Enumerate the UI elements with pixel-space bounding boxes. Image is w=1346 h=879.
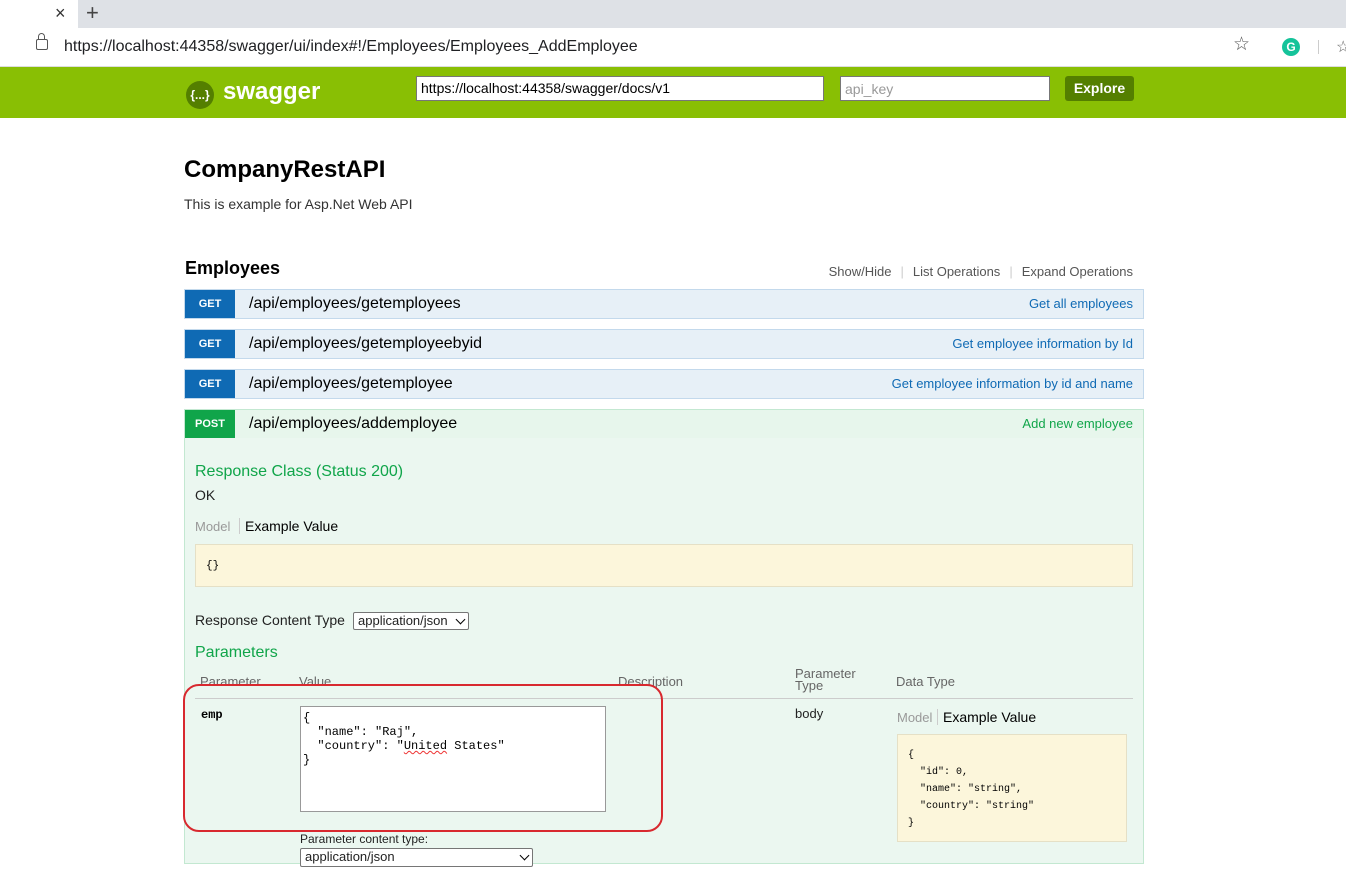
method-badge[interactable]: GET [185, 330, 235, 358]
lock-icon[interactable] [36, 33, 48, 50]
method-badge[interactable]: POST [185, 410, 235, 438]
operation-row[interactable]: POST /api/employees/addemployee Add new … [184, 409, 1144, 439]
param-model-tab[interactable]: Model [897, 710, 932, 725]
show-hide-link[interactable]: Show/Hide [829, 264, 892, 279]
response-content-type-label: Response Content Type [195, 612, 345, 628]
new-tab-button[interactable]: + [86, 0, 99, 26]
resource-name[interactable]: Employees [185, 258, 280, 279]
param-example-value-tab[interactable]: Example Value [943, 709, 1036, 725]
json-line: "country": "United States" [303, 739, 505, 753]
tab-divider [239, 518, 240, 534]
chevron-down-icon [455, 614, 466, 625]
json-line: "name": "Raj", [303, 725, 419, 739]
operation-path[interactable]: /api/employees/getemployee [249, 375, 453, 393]
spec-url-input[interactable]: https://localhost:44358/swagger/docs/v1 [416, 76, 824, 101]
example-value-tab[interactable]: Example Value [245, 518, 338, 534]
operation-row[interactable]: GET /api/employees/getemployees Get all … [184, 289, 1144, 319]
response-example-code: {} [195, 544, 1133, 587]
param-name: emp [201, 708, 223, 722]
api-title: CompanyRestAPI [184, 156, 386, 183]
operation-path[interactable]: /api/employees/addemployee [249, 415, 457, 433]
select-value: application/json [358, 613, 448, 628]
json-line: { [303, 711, 311, 725]
bookmarks-icon[interactable]: ☆ [1336, 37, 1346, 57]
operation-row[interactable]: GET /api/employees/getemployee Get emplo… [184, 369, 1144, 399]
tab-divider [937, 709, 938, 725]
swagger-logo-icon[interactable]: {...} [186, 81, 214, 109]
api-key-input[interactable] [840, 76, 1050, 101]
select-value: application/json [305, 849, 395, 864]
browser-tabstrip: × + [0, 0, 1346, 28]
explore-button[interactable]: Explore [1065, 76, 1134, 101]
param-content-type-label: Parameter content type: [300, 832, 429, 846]
param-value-textarea[interactable]: { "name": "Raj", "country": "United Stat… [300, 706, 606, 812]
operation-summary[interactable]: Add new employee [1022, 416, 1133, 431]
swagger-logo-text[interactable]: swagger [223, 78, 320, 106]
json-fragment: "country": " [303, 739, 404, 753]
json-fragment: States" [447, 739, 505, 753]
json-line: } [303, 753, 311, 767]
parameters-heading: Parameters [195, 644, 278, 661]
param-content-type-select[interactable]: application/json [300, 848, 533, 867]
close-tab-icon[interactable]: × [55, 3, 66, 24]
chevron-down-icon [519, 850, 530, 861]
resource-links: Show/Hide | List Operations | Expand Ope… [829, 264, 1133, 279]
grammarly-extension-icon[interactable]: G [1282, 38, 1300, 56]
method-badge[interactable]: GET [185, 370, 235, 398]
table-header-divider [195, 698, 1133, 699]
expand-operations-link[interactable]: Expand Operations [1022, 264, 1133, 279]
url-text[interactable]: https://localhost:44358/swagger/ui/index… [64, 38, 638, 56]
operation-row[interactable]: GET /api/employees/getemployeebyid Get e… [184, 329, 1144, 359]
operation-summary[interactable]: Get all employees [1029, 296, 1133, 311]
browser-tab[interactable]: × [0, 0, 78, 28]
response-class-heading: Response Class (Status 200) [195, 463, 404, 480]
param-type: body [795, 706, 824, 721]
address-bar: https://localhost:44358/swagger/ui/index… [0, 28, 1346, 67]
operation-summary[interactable]: Get employee information by Id [952, 336, 1133, 351]
column-header-parameter-type: Parameter Type [795, 666, 856, 693]
toolbar-divider [1318, 40, 1319, 54]
column-header-value: Value [299, 674, 332, 689]
operation-summary[interactable]: Get employee information by id and name [892, 376, 1133, 391]
list-operations-link[interactable]: List Operations [913, 264, 1000, 279]
param-example-schema[interactable]: { "id": 0, "name": "string", "country": … [897, 734, 1127, 842]
operation-path[interactable]: /api/employees/getemployees [249, 295, 461, 313]
column-header-description: Description [618, 674, 684, 689]
bookmark-star-icon[interactable]: ☆ [1233, 33, 1250, 56]
response-class-value: OK [195, 487, 216, 503]
link-separator: | [1009, 264, 1013, 279]
model-tab[interactable]: Model [195, 519, 230, 534]
column-header-data-type: Data Type [896, 674, 956, 689]
response-content-type-select[interactable]: application/json [353, 612, 469, 630]
method-badge[interactable]: GET [185, 290, 235, 318]
spellcheck-word: United [403, 739, 448, 753]
operation-path[interactable]: /api/employees/getemployeebyid [249, 335, 482, 353]
link-separator: | [900, 264, 904, 279]
column-header-parameter: Parameter [200, 674, 261, 689]
api-description: This is example for Asp.Net Web API [184, 196, 413, 212]
omnibox[interactable]: https://localhost:44358/swagger/ui/index… [20, 33, 1265, 61]
